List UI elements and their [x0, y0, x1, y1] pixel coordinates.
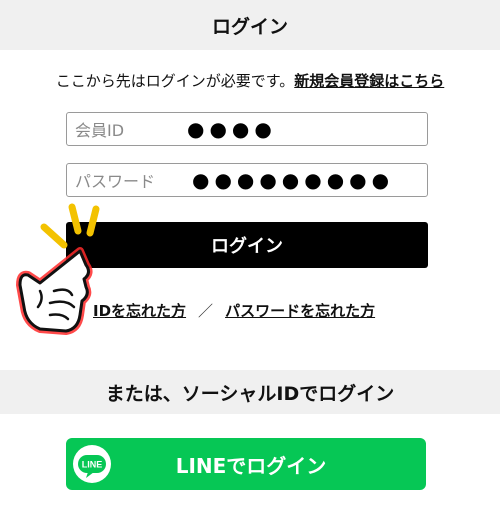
- password-value: ●●●●●●●●●: [192, 168, 395, 192]
- member-id-value: ●●●●: [187, 117, 277, 141]
- login-section-header: ログイン: [0, 0, 500, 50]
- forgot-password-link[interactable]: パスワードを忘れた方: [225, 302, 375, 320]
- register-link[interactable]: 新規会員登録はこちら: [294, 72, 444, 90]
- login-button[interactable]: ログイン: [66, 222, 428, 268]
- password-field[interactable]: パスワード ●●●●●●●●●: [66, 163, 428, 197]
- line-login-label: LINEでログイン: [175, 453, 327, 478]
- pointing-hand-icon: [16, 203, 100, 335]
- login-title: ログイン: [211, 15, 288, 38]
- link-separator: ／: [198, 302, 214, 320]
- line-login-button[interactable]: LINE LINEでログイン: [66, 438, 426, 490]
- social-login-header: または、ソーシャルIDでログイン: [0, 370, 500, 414]
- forgot-links: IDを忘れた方／パスワードを忘れた方: [93, 300, 375, 321]
- member-id-field[interactable]: 会員ID ●●●●: [66, 112, 428, 146]
- login-button-label: ログイン: [211, 236, 283, 257]
- member-id-placeholder: 会員ID: [75, 121, 125, 140]
- intro-text: ここから先はログインが必要です。: [55, 72, 295, 90]
- login-intro: ここから先はログインが必要です。新規会員登録はこちら: [0, 70, 500, 91]
- password-placeholder: パスワード: [75, 172, 156, 191]
- social-login-title: または、ソーシャルIDでログイン: [105, 382, 395, 405]
